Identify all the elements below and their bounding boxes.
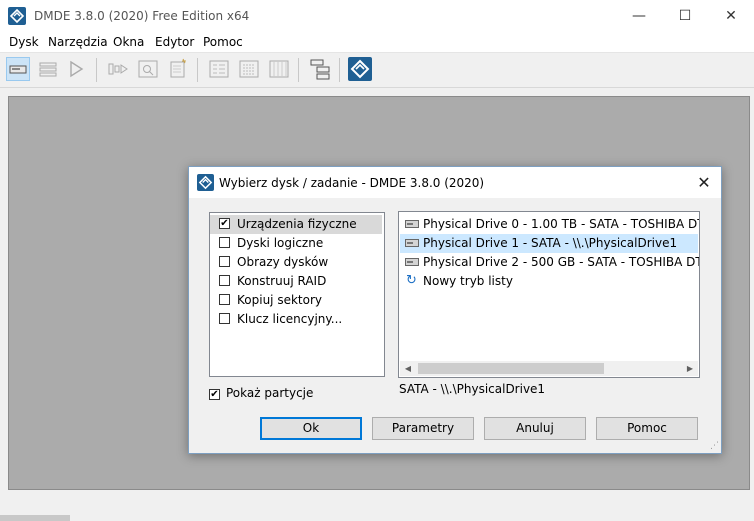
close-button[interactable]: ✕ [708,0,754,32]
scrollbar-thumb[interactable] [418,363,604,374]
drive-list: Physical Drive 0 - 1.00 TB - SATA - TOSH… [398,211,700,378]
new-list-mode-item[interactable]: ↻ Nowy tryb listy [400,272,698,291]
select-disk-dialog: Wybierz dysk / zadanie - DMDE 3.8.0 (202… [188,166,722,454]
hard-drive-icon [405,239,419,247]
dialog-title: Wybierz dysk / zadanie - DMDE 3.8.0 (202… [219,176,485,190]
window-titlebar: DMDE 3.8.0 (2020) Free Edition x64 — ☐ ✕ [0,0,754,32]
drive-item-0[interactable]: Physical Drive 0 - 1.00 TB - SATA - TOSH… [400,215,699,234]
toolbar-separator [96,58,97,82]
list-icon[interactable] [36,57,60,81]
task-label: Obrazy dysków [237,255,329,269]
hard-drive-icon [405,220,419,228]
toolbar-separator [339,58,340,82]
scrollbar[interactable] [0,515,70,521]
task-license-key[interactable]: Klucz licencyjny... [210,310,382,329]
drive-label: Physical Drive 0 - 1.00 TB - SATA - TOSH… [423,217,699,231]
hard-drive-icon [405,258,419,266]
menu-edytor[interactable]: Edytor [155,35,194,49]
task-label: Konstruuj RAID [237,274,327,288]
menu-okna[interactable]: Okna [113,35,144,49]
app-logo-icon [8,7,26,25]
checkbox[interactable] [219,237,230,248]
task-logical-disks[interactable]: Dyski logiczne [210,234,382,253]
task-label: Urządzenia fizyczne [237,217,357,231]
scroll-left-icon[interactable]: ◀ [400,361,416,376]
selected-drive-path: SATA - \\.\PhysicalDrive1 [399,382,546,396]
task-label: Kopiuj sektory [237,293,322,307]
menu-bar: Dysk Narzędzia Okna Edytor Pomoc [0,32,754,53]
checkbox[interactable]: ✔ [219,218,230,229]
play-icon[interactable] [64,57,88,81]
search-icon[interactable] [136,57,160,81]
menu-narzedzia[interactable]: Narzędzia [48,35,108,49]
toolbar-separator [197,58,198,82]
help-button[interactable]: Pomoc [596,417,698,440]
task-copy-sectors[interactable]: Kopiuj sektory [210,291,382,310]
status-bar [0,496,754,521]
dialog-logo-icon [197,174,214,191]
refresh-icon: ↻ [406,273,417,288]
task-label: Klucz licencyjny... [237,312,343,326]
toolbar-separator [298,58,299,82]
menu-pomoc[interactable]: Pomoc [203,35,243,49]
grid-icon[interactable] [237,57,261,81]
checkbox[interactable] [219,256,230,267]
scroll-right-icon[interactable]: ▶ [682,361,698,376]
show-partitions-label: Pokaż partycje [226,386,314,400]
drive-label: Physical Drive 2 - 500 GB - SATA - TOSHI… [423,255,699,269]
drive-label: Nowy tryb listy [423,274,513,288]
new-icon[interactable] [166,57,190,81]
menu-dysk[interactable]: Dysk [9,35,39,49]
show-partitions-checkbox[interactable]: ✔ [209,389,220,400]
parameters-button[interactable]: Parametry [372,417,474,440]
disk-icon[interactable] [6,57,30,81]
step-icon[interactable] [106,57,130,81]
view-icon[interactable] [207,57,231,81]
ok-button[interactable]: Ok [260,417,362,440]
minimize-button[interactable]: — [616,0,662,32]
window-title: DMDE 3.8.0 (2020) Free Edition x64 [34,9,250,23]
table-icon[interactable] [267,57,291,81]
task-build-raid[interactable]: Konstruuj RAID [210,272,382,291]
checkbox[interactable] [219,294,230,305]
dialog-titlebar: Wybierz dysk / zadanie - DMDE 3.8.0 (202… [189,167,721,198]
resize-grip-icon[interactable]: ⋰ [710,441,719,451]
horizontal-scrollbar[interactable]: ◀ ▶ [400,361,698,376]
tree-icon[interactable] [308,57,332,81]
drive-item-1[interactable]: Physical Drive 1 - SATA - \\.\PhysicalDr… [400,234,698,253]
maximize-button[interactable]: ☐ [662,0,708,32]
toolbar [0,53,754,88]
drive-item-2[interactable]: Physical Drive 2 - 500 GB - SATA - TOSHI… [400,253,699,272]
drive-label: Physical Drive 1 - SATA - \\.\PhysicalDr… [423,236,678,250]
task-disk-images[interactable]: Obrazy dysków [210,253,382,272]
logo-icon[interactable] [348,57,372,81]
task-physical-devices[interactable]: ✔ Urządzenia fizyczne [210,215,382,234]
checkbox[interactable] [219,313,230,324]
checkbox[interactable] [219,275,230,286]
task-label: Dyski logiczne [237,236,324,250]
dialog-close-button[interactable]: ✕ [687,167,721,198]
task-list: ✔ Urządzenia fizyczne Dyski logiczne Obr… [209,212,385,377]
cancel-button[interactable]: Anuluj [484,417,586,440]
